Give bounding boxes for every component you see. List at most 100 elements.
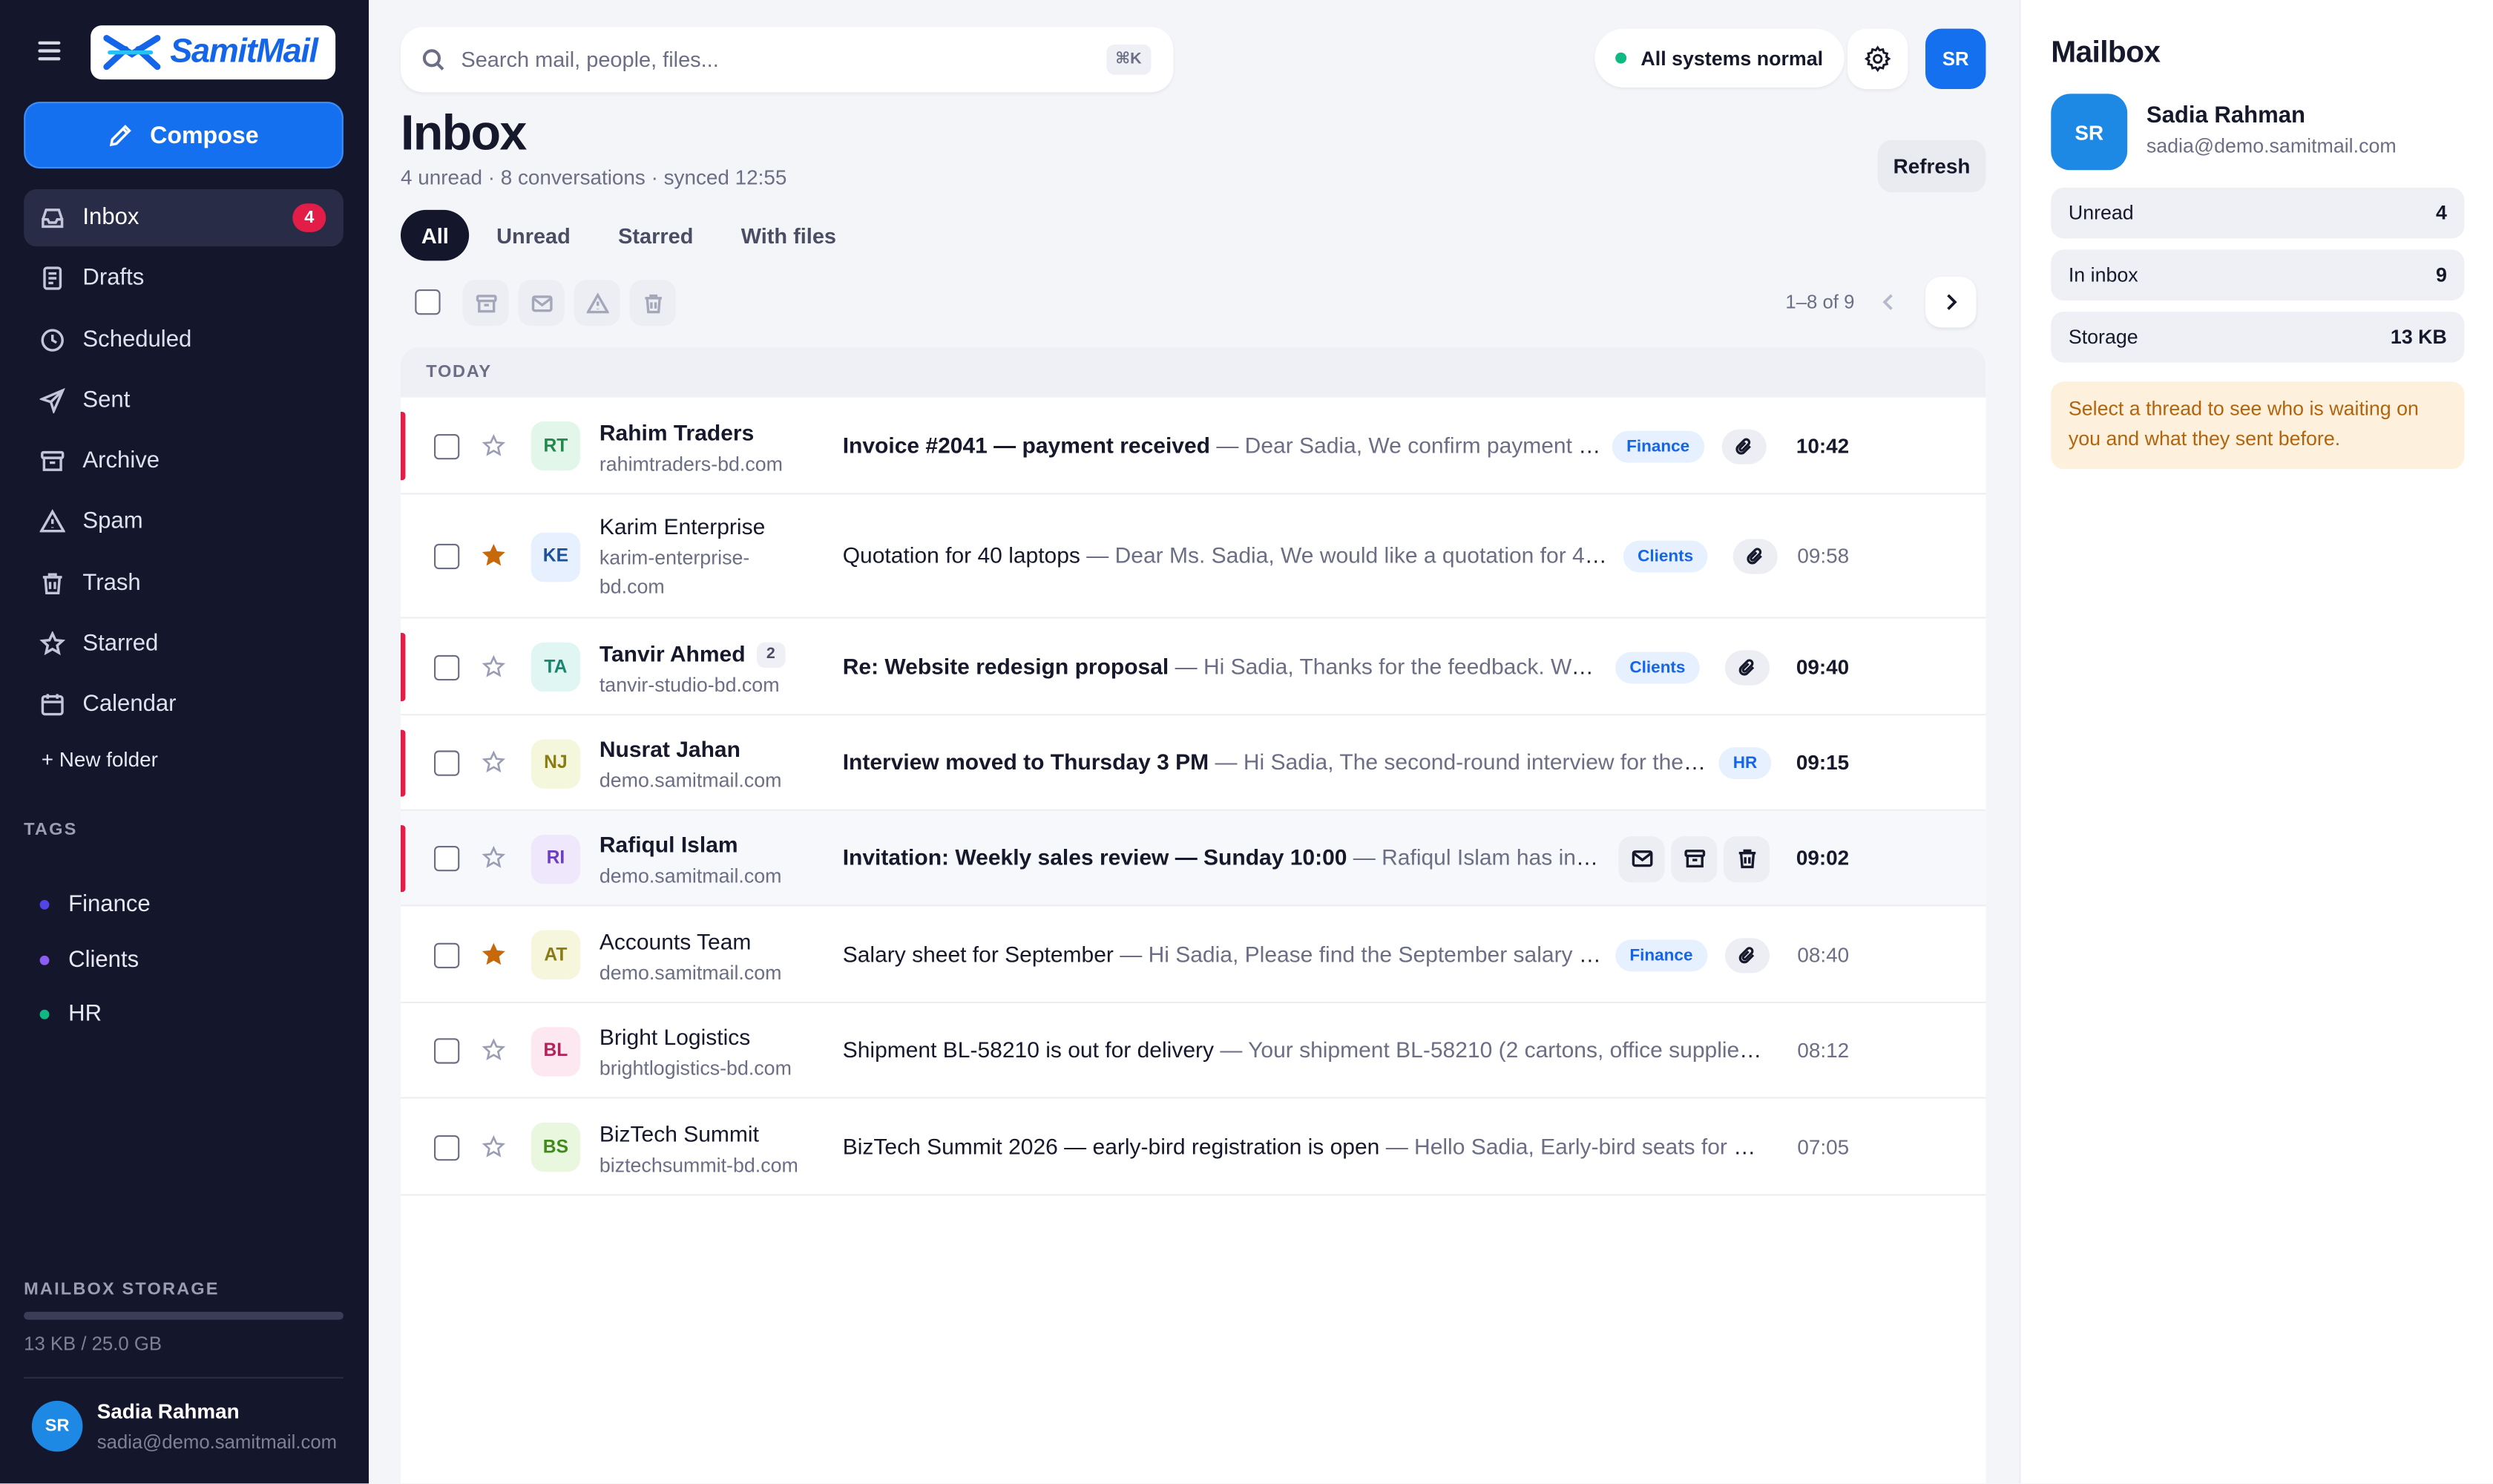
logo[interactable]: SamitMail bbox=[91, 25, 336, 80]
tab-with-files[interactable]: With files bbox=[720, 210, 857, 261]
compose-button[interactable]: Compose bbox=[24, 102, 344, 169]
archive-button[interactable] bbox=[1671, 835, 1718, 882]
row-checkbox[interactable] bbox=[434, 433, 460, 459]
message-preview: Quotation for 40 laptops — Dear Ms. Sadi… bbox=[843, 542, 1614, 568]
user-email: sadia@demo.samitmail.com bbox=[96, 1431, 338, 1454]
settings-button[interactable] bbox=[1847, 28, 1908, 89]
unread-indicator bbox=[401, 632, 406, 701]
sender-name: Tanvir Ahmed 2 bbox=[600, 640, 786, 667]
next-page-button[interactable] bbox=[1925, 276, 1977, 328]
tab-all[interactable]: All bbox=[401, 209, 470, 261]
message-row[interactable]: KE Karim Enterprise karim-enterprise-bd.co… bbox=[401, 494, 1986, 619]
row-checkbox[interactable] bbox=[434, 942, 460, 968]
star-icon[interactable] bbox=[482, 544, 505, 568]
inbox-summary: 4 unread · 8 conversations · synced 12:5… bbox=[401, 165, 787, 189]
star-icon[interactable] bbox=[482, 846, 506, 870]
star-icon[interactable] bbox=[482, 750, 506, 774]
sender-avatar: TA bbox=[531, 642, 581, 692]
sender-avatar: RI bbox=[531, 833, 581, 884]
row-checkbox[interactable] bbox=[434, 846, 460, 872]
sidebar-item-drafts[interactable]: Drafts bbox=[24, 250, 344, 307]
tag-item-clients[interactable]: Clients bbox=[39, 933, 151, 988]
message-preview: Re: Website redesign proposal — Hi Sadia… bbox=[843, 653, 1606, 678]
search-input[interactable] bbox=[461, 42, 1065, 76]
row-checkbox[interactable] bbox=[434, 1038, 460, 1064]
compose-label: Compose bbox=[150, 121, 259, 149]
tag-chip[interactable]: Clients bbox=[1623, 540, 1708, 573]
sidebar-item-spam[interactable]: Spam bbox=[24, 493, 344, 551]
message-row[interactable]: NJ Nusrat Jahan demo.samitmail.com Intervie… bbox=[401, 715, 1986, 811]
sidebar-item-trash[interactable]: Trash bbox=[24, 554, 344, 611]
sidebar-item-archive[interactable]: Archive bbox=[24, 433, 344, 490]
message-subject: Shipment BL-58210 is out for delivery bbox=[842, 1037, 1215, 1063]
message-snippet: — Hello Sadia, Early-bird seats for BizT… bbox=[1385, 1132, 1762, 1159]
delete-button[interactable] bbox=[629, 280, 676, 326]
refresh-button[interactable]: Refresh bbox=[1877, 139, 1986, 193]
message-time: 09:40 bbox=[1796, 654, 1850, 678]
sender-domain: rahimtraders-bd.com bbox=[599, 452, 783, 475]
sidebar-header: SamitMail bbox=[0, 25, 369, 82]
message-snippet: — Rafiqul Islam has invited you to a mee… bbox=[1353, 844, 1606, 870]
system-status[interactable]: All systems normal bbox=[1594, 28, 1844, 88]
search-bar[interactable]: ⌘K bbox=[401, 27, 1174, 93]
message-snippet: — Hi Sadia, Please find the September sa… bbox=[1120, 940, 1606, 966]
sidebar-item-calendar[interactable]: Calendar bbox=[24, 677, 344, 734]
report-spam-button[interactable] bbox=[574, 280, 620, 326]
archive-icon bbox=[1684, 850, 1705, 868]
tag-item-finance[interactable]: Finance bbox=[39, 878, 151, 933]
sender-avatar: AT bbox=[531, 930, 581, 979]
tag-chip[interactable]: Clients bbox=[1615, 651, 1700, 683]
message-row[interactable]: RI Rafiqul Islam demo.samitmail.com Invitat… bbox=[401, 810, 1986, 907]
inbox-icon bbox=[42, 209, 64, 229]
prev-page-button[interactable] bbox=[1863, 277, 1914, 328]
draft-icon bbox=[43, 266, 62, 291]
storage-heading: MAILBOX STORAGE bbox=[24, 1280, 220, 1299]
tag-chip[interactable]: Finance bbox=[1612, 430, 1704, 462]
mark-read-button[interactable] bbox=[1618, 835, 1665, 882]
message-row[interactable]: AT Accounts Team demo.samitmail.com Salary … bbox=[401, 906, 1986, 1004]
row-checkbox[interactable] bbox=[434, 1134, 460, 1160]
message-subject: Re: Website redesign proposal bbox=[842, 652, 1169, 678]
sender-name-text: Nusrat Jahan bbox=[599, 736, 740, 762]
star-icon[interactable] bbox=[482, 1134, 506, 1158]
archive-button[interactable] bbox=[462, 280, 509, 326]
tag-color-dot bbox=[39, 955, 50, 965]
account-switcher[interactable]: SR Sadia Rahman sadia@demo.samitmail.com bbox=[31, 1396, 369, 1460]
message-row[interactable]: BS BizTech Summit biztechsummit-bd.com BizT… bbox=[401, 1098, 1986, 1196]
sidebar-item-inbox[interactable]: Inbox 4 bbox=[24, 188, 344, 247]
message-preview: BizTech Summit 2026 — early-bird registr… bbox=[843, 1133, 1762, 1158]
star-icon[interactable] bbox=[482, 1038, 506, 1062]
sidebar-item-starred[interactable]: Starred bbox=[24, 615, 344, 672]
sender-name: Accounts Team bbox=[600, 928, 752, 953]
menu-icon[interactable] bbox=[38, 41, 61, 61]
divider bbox=[24, 1376, 344, 1379]
user-email: sadia@demo.samitmail.com bbox=[2146, 135, 2397, 158]
row-checkbox[interactable] bbox=[434, 654, 460, 680]
message-row[interactable]: TA Tanvir Ahmed 2 tanvir-studio-bd.com Re: W… bbox=[401, 618, 1986, 716]
new-folder-button[interactable]: + New folder bbox=[42, 747, 158, 771]
star-icon[interactable] bbox=[482, 654, 506, 678]
profile-avatar-button[interactable]: SR bbox=[1925, 28, 1986, 89]
sender-avatar: BL bbox=[531, 1026, 581, 1076]
tag-chip[interactable]: Finance bbox=[1615, 939, 1707, 971]
message-row[interactable]: RT Rahim Traders rahimtraders-bd.com Invoic… bbox=[401, 397, 1986, 495]
tab-unread[interactable]: Unread bbox=[476, 210, 591, 261]
star-icon[interactable] bbox=[482, 942, 505, 966]
star-icon[interactable] bbox=[482, 433, 506, 457]
row-checkbox[interactable] bbox=[434, 750, 460, 776]
sidebar-item-scheduled[interactable]: Scheduled bbox=[24, 311, 344, 368]
mailbox-panel: Mailbox SR Sadia Rahman sadia@demo.samit… bbox=[2019, 0, 2493, 1484]
stat-label: In inbox bbox=[2068, 263, 2138, 286]
message-row[interactable]: BL Bright Logistics brightlogistics-bd.com… bbox=[401, 1003, 1986, 1099]
mark-read-button[interactable] bbox=[518, 280, 565, 326]
row-checkbox[interactable] bbox=[434, 543, 460, 570]
select-all-checkbox[interactable] bbox=[415, 289, 441, 315]
sidebar-item-sent[interactable]: Sent bbox=[24, 372, 344, 429]
message-subject: Invoice #2041 — payment received bbox=[842, 431, 1210, 458]
tag-chip[interactable]: HR bbox=[1718, 747, 1772, 779]
delete-button[interactable] bbox=[1723, 835, 1770, 882]
tag-item-hr[interactable]: HR bbox=[39, 988, 151, 1043]
trash-icon bbox=[42, 573, 62, 594]
paperclip-icon bbox=[1746, 548, 1762, 565]
tab-starred[interactable]: Starred bbox=[597, 210, 714, 261]
